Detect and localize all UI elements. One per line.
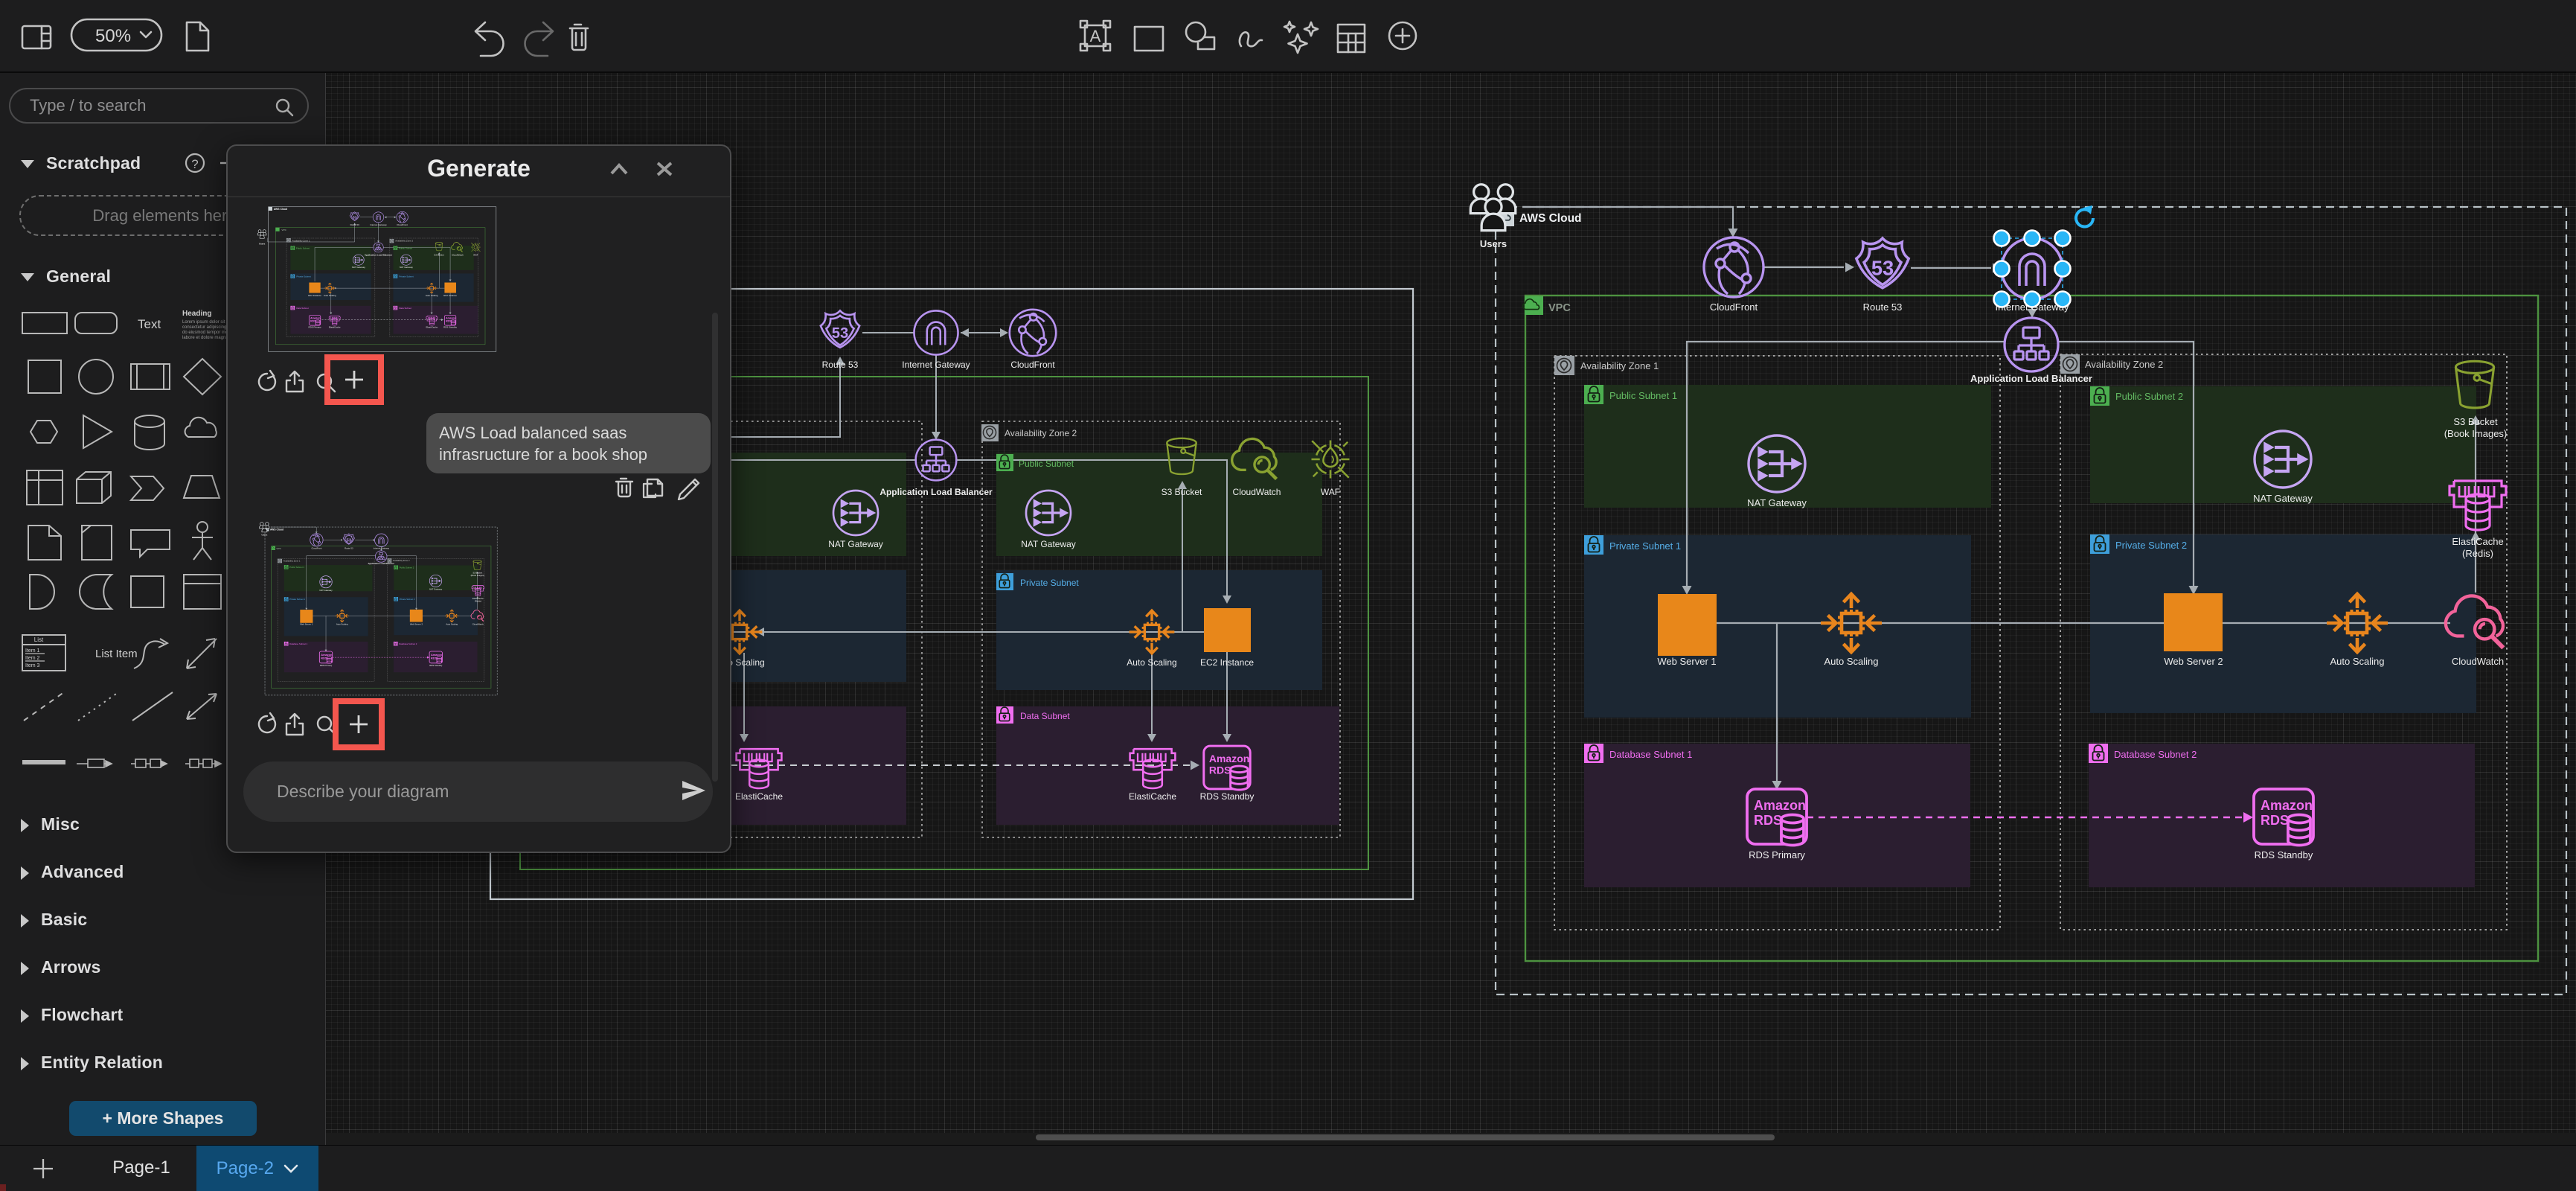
svg-text:Item 1: Item 1 (25, 648, 40, 654)
svg-text:50%: 50% (95, 26, 131, 46)
svg-text:List Item: List Item (95, 648, 138, 660)
svg-text:Item 2: Item 2 (25, 656, 40, 661)
svg-text:A: A (1090, 27, 1101, 45)
svg-text:List: List (34, 636, 44, 643)
svg-text:Heading: Heading (182, 310, 211, 318)
svg-text:Text: Text (138, 317, 161, 331)
svg-text:Item 3: Item 3 (25, 663, 40, 668)
svg-text:?: ? (191, 157, 198, 171)
